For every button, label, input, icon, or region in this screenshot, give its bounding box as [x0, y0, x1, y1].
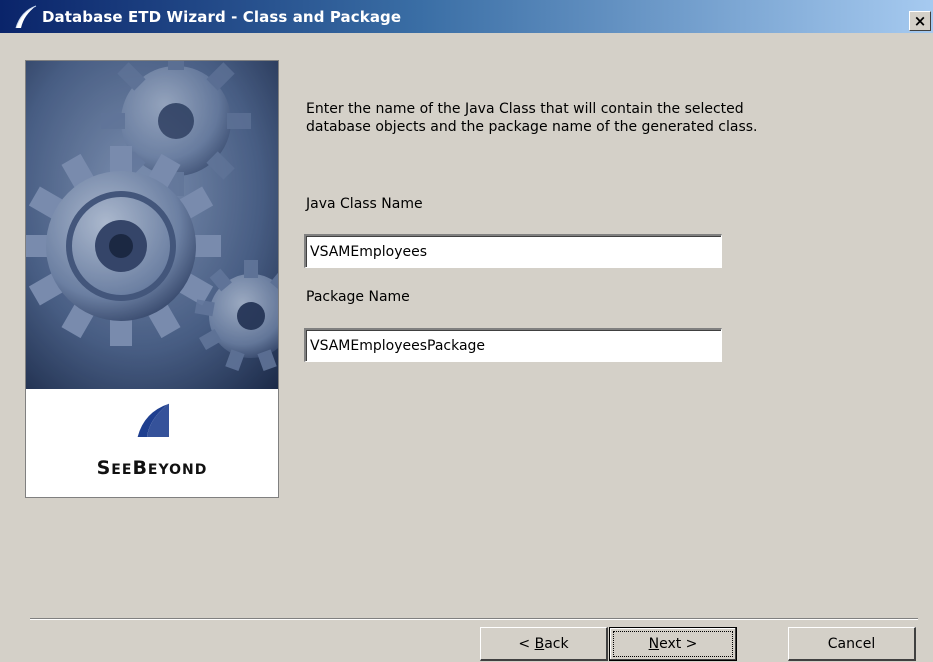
- back-button-mnemonic: B: [534, 635, 545, 652]
- window-title: Database ETD Wizard - Class and Package: [42, 7, 402, 26]
- next-button[interactable]: Next >: [609, 627, 737, 661]
- wizard-banner: SEEBEYOND: [25, 60, 279, 498]
- package-name-label: Package Name: [306, 289, 410, 305]
- back-button[interactable]: < Back: [480, 627, 608, 661]
- seebeyond-app-icon: [15, 5, 37, 28]
- close-icon: ×: [913, 11, 927, 30]
- java-class-name-label: Java Class Name: [306, 196, 423, 212]
- wizard-window: Database ETD Wizard - Class and Package …: [0, 0, 933, 662]
- instructions-text: Enter the name of the Java Class that wi…: [306, 101, 758, 135]
- back-button-prefix: <: [518, 635, 535, 652]
- back-button-rest: ack: [544, 635, 569, 652]
- focus-rectangle: [613, 631, 733, 657]
- seebeyond-logo: SEEBEYOND: [26, 389, 278, 497]
- close-button[interactable]: ×: [909, 11, 931, 31]
- gears-image: [26, 61, 278, 389]
- cancel-button[interactable]: Cancel: [788, 627, 916, 661]
- seebeyond-wordmark: SEEBEYOND: [96, 457, 208, 479]
- seebeyond-logo-icon: [136, 402, 170, 438]
- package-name-input[interactable]: [304, 328, 722, 362]
- button-separator: [30, 618, 918, 620]
- title-bar[interactable]: Database ETD Wizard - Class and Package …: [0, 0, 933, 33]
- java-class-name-input[interactable]: [304, 234, 722, 268]
